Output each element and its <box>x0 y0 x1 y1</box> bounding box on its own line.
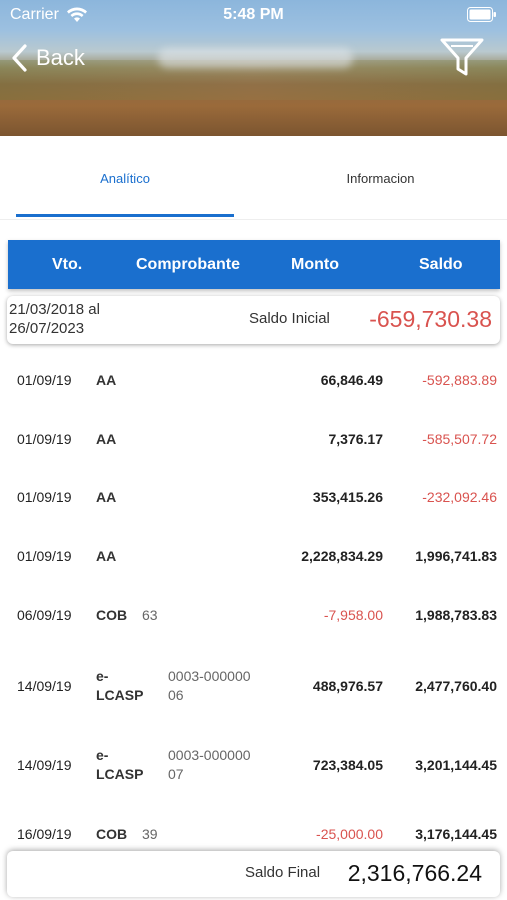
row-number-line2: 06 <box>168 687 184 703</box>
saldo-final-card: Saldo Final 2,316,766.24 <box>7 851 500 897</box>
row-type-line1: e- <box>96 747 109 763</box>
table-row[interactable]: 14/09/19 e- LCASP 0003-000000 06 488,976… <box>0 650 507 722</box>
row-type: COB <box>96 606 128 623</box>
tab-analitico[interactable]: Analítico <box>16 136 234 220</box>
saldo-inicial-card: 21/03/2018 al 26/07/2023 Saldo Inicial -… <box>7 296 500 344</box>
saldo-inicial-value: -659,730.38 <box>369 306 492 332</box>
row-number: 63 <box>142 606 158 623</box>
row-monto: 353,415.26 <box>312 488 383 505</box>
row-type: e- LCASP <box>96 650 143 722</box>
back-button[interactable]: Back <box>10 42 85 74</box>
row-date: 14/09/19 <box>17 677 72 694</box>
row-date: 14/09/19 <box>17 756 72 773</box>
table-row[interactable]: 01/09/19 AA 353,415.26 -232,092.46 <box>0 468 507 526</box>
row-number-line2: 07 <box>168 766 184 782</box>
table-header: Vto. Comprobante Monto Saldo <box>8 240 500 289</box>
row-type-line1: e- <box>96 668 109 684</box>
row-date: 06/09/19 <box>17 606 72 623</box>
column-header-vto: Vto. <box>52 255 83 273</box>
table-row[interactable]: 01/09/19 AA 7,376.17 -585,507.72 <box>0 410 507 468</box>
row-number: 0003-000000 07 <box>168 729 251 801</box>
date-range-from: 21/03/2018 al <box>9 301 100 318</box>
row-saldo: 3,201,144.45 <box>415 756 497 773</box>
row-saldo: -592,883.89 <box>422 371 497 388</box>
row-type: AA <box>96 547 117 564</box>
row-date: 01/09/19 <box>17 488 72 505</box>
row-date: 16/09/19 <box>17 825 72 842</box>
row-saldo: -585,507.72 <box>422 430 497 447</box>
row-monto: 66,846.49 <box>320 371 383 388</box>
row-number-line1: 0003-000000 <box>168 747 251 763</box>
row-type: AA <box>96 488 117 505</box>
row-monto: 2,228,834.29 <box>301 547 383 564</box>
row-monto: -7,958.00 <box>323 606 383 623</box>
row-type: AA <box>96 430 117 447</box>
row-monto: -25,000.00 <box>316 825 383 842</box>
saldo-final-label: Saldo Final <box>245 864 321 881</box>
back-label: Back <box>36 45 85 70</box>
row-type: COB <box>96 825 128 842</box>
row-monto: 723,384.05 <box>312 756 383 773</box>
row-date: 01/09/19 <box>17 430 72 447</box>
table-row[interactable]: 06/09/19 COB 63 -7,958.00 1,988,783.83 <box>0 586 507 644</box>
date-range-to: 26/07/2023 <box>9 320 85 337</box>
saldo-inicial-label: Saldo Inicial <box>249 310 330 327</box>
chevron-left-icon <box>12 44 27 72</box>
blurred-title <box>158 48 353 68</box>
row-date: 01/09/19 <box>17 371 72 388</box>
active-tab-indicator <box>16 214 234 217</box>
tab-informacion[interactable]: Informacion <box>258 136 503 220</box>
row-type: e- LCASP <box>96 729 143 801</box>
row-saldo: 3,176,144.45 <box>415 825 497 842</box>
saldo-final-value: 2,316,766.24 <box>347 860 482 886</box>
table-row[interactable]: 14/09/19 e- LCASP 0003-000000 07 723,384… <box>0 729 507 801</box>
status-bar: Carrier 5:48 PM <box>0 0 507 30</box>
row-monto: 7,376.17 <box>328 430 384 447</box>
battery-icon <box>467 7 496 22</box>
row-saldo: 1,988,783.83 <box>415 606 497 623</box>
date-range: 21/03/2018 al 26/07/2023 <box>9 300 100 338</box>
row-type-line2: LCASP <box>96 687 144 703</box>
row-saldo: -232,092.46 <box>422 488 497 505</box>
table-row[interactable]: 16/09/19 COB 39 -25,000.00 3,176,144.45 <box>0 820 507 848</box>
row-number-line1: 0003-000000 <box>168 668 251 684</box>
tab-bar: Analítico Informacion <box>0 136 507 220</box>
status-time: 5:48 PM <box>223 6 284 23</box>
column-header-comprobante: Comprobante <box>136 255 240 273</box>
column-header-monto: Monto <box>291 255 339 273</box>
filter-icon[interactable] <box>439 36 485 78</box>
row-monto: 488,976.57 <box>312 677 383 694</box>
column-header-saldo: Saldo <box>419 255 463 273</box>
row-number: 0003-000000 06 <box>168 650 251 722</box>
row-saldo: 1,996,741.83 <box>415 547 497 564</box>
row-date: 01/09/19 <box>17 547 72 564</box>
table-row[interactable]: 01/09/19 AA 66,846.49 -592,883.89 <box>0 352 507 408</box>
row-type-line2: LCASP <box>96 766 144 782</box>
row-number: 39 <box>142 825 158 842</box>
header: Carrier 5:48 PM Back <box>0 0 507 136</box>
table-row[interactable]: 01/09/19 AA 2,228,834.29 1,996,741.83 <box>0 527 507 585</box>
row-saldo: 2,477,760.40 <box>415 677 497 694</box>
row-type: AA <box>96 371 117 388</box>
